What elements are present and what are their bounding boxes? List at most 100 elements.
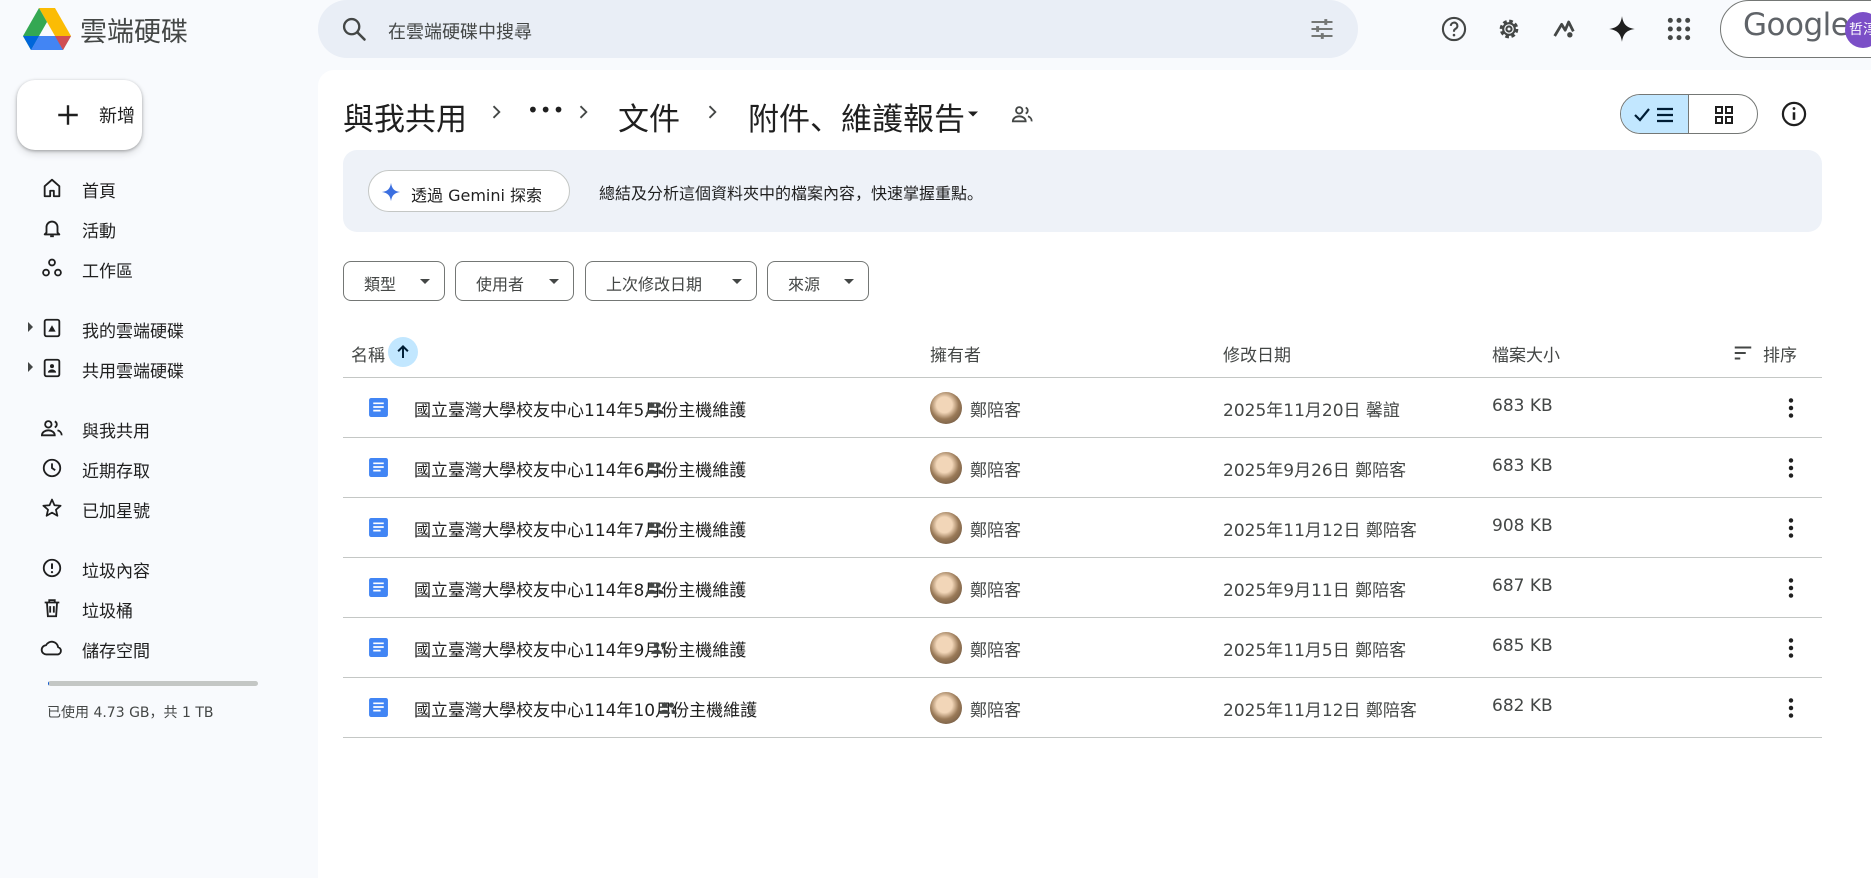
more-actions-icon[interactable] [1777,514,1805,542]
more-actions-icon[interactable] [1777,574,1805,602]
file-name[interactable]: 國立臺灣大學校友中心114年5月份主機維護 [414,396,746,421]
file-name[interactable]: 國立臺灣大學校友中心114年6月份主機維護 [414,456,746,481]
settings-icon[interactable] [1492,12,1526,46]
google-docs-icon [369,698,388,717]
table-header: 名稱 擁有者 修改日期 檔案大小 排序 [343,326,1822,378]
gemini-explore-label: 透過 Gemini 探索 [411,186,543,205]
sidebar-item-starred[interactable]: 已加星號 [30,491,310,525]
sidebar-item-activity[interactable]: 活動 [30,211,310,245]
modified-date: 2025年11月12日 鄭陪客 [1223,701,1417,721]
column-header-modified[interactable]: 修改日期 [1223,341,1291,366]
owner-name: 鄭陪客 [970,521,1021,541]
search-input[interactable]: 在雲端硬碟中搜尋 [388,18,532,44]
more-actions-icon[interactable] [1777,454,1805,482]
breadcrumb-shared-with-me[interactable]: 與我共用 [343,94,467,139]
apps-grid-icon[interactable] [1662,12,1696,46]
filter-type-chip[interactable]: 類型 [343,261,445,301]
app-title[interactable]: 雲端硬碟 [80,10,188,49]
grid-view-button[interactable] [1690,95,1757,133]
owner-avatar [930,512,962,544]
shared-people-icon [646,402,664,414]
storage-progress-fill [48,681,50,686]
search-options-icon[interactable] [1308,15,1336,43]
sidebar-item-label: 儲存空間 [82,642,150,662]
drive-logo-icon[interactable] [23,6,71,50]
table-row[interactable]: 國立臺灣大學校友中心114年8月份主機維護 鄭陪客 2025年9月11日 鄭陪客 68… [343,558,1822,618]
owner-name: 鄭陪客 [970,581,1021,601]
sidebar-item-workspaces[interactable]: 工作區 [30,251,310,285]
breadcrumb-current-folder[interactable]: 附件、維護報告 [748,94,965,139]
sort-ascending-icon[interactable] [388,337,418,367]
shared-people-icon [651,642,669,654]
column-header-name[interactable]: 名稱 [351,341,385,366]
sidebar-item-shared-drives[interactable]: 共用雲端硬碟 [28,351,310,385]
owner-name: 鄭陪客 [970,401,1021,421]
list-view-icon [1634,107,1673,123]
modified-date: 2025年9月26日 鄭陪客 [1223,461,1407,481]
sidebar-item-storage[interactable]: 儲存空間 [30,631,310,665]
caret-down-icon [420,279,430,284]
file-size: 683 KB [1492,456,1553,476]
gemini-explore-button[interactable]: 透過 Gemini 探索 [368,170,570,212]
help-icon[interactable] [1437,12,1471,46]
file-name[interactable]: 國立臺灣大學校友中心114年9月份主機維護 [414,636,746,661]
more-actions-icon[interactable] [1777,634,1805,662]
caret-down-icon[interactable] [963,104,983,124]
breadcrumb-documents[interactable]: 文件 [618,94,680,139]
gemini-icon[interactable] [1605,12,1639,46]
filter-source-chip[interactable]: 來源 [767,261,869,301]
filter-modified-chip[interactable]: 上次修改日期 [585,261,757,301]
google-brand: Google [1743,7,1850,43]
list-view-button[interactable] [1621,95,1689,133]
sidebar-item-home[interactable]: 首頁 [30,171,310,205]
caret-down-icon [732,279,742,284]
more-actions-icon[interactable] [1777,394,1805,422]
table-row[interactable]: 國立臺灣大學校友中心114年5月份主機維護 鄭陪客 2025年11月20日 馨誼 68… [343,378,1822,438]
column-header-size[interactable]: 檔案大小 [1492,341,1560,366]
new-button[interactable]: 新增 [17,80,142,150]
info-icon[interactable] [1780,100,1808,128]
table-row[interactable]: 國立臺灣大學校友中心114年10月份主機維護 鄭陪客 2025年11月12日 鄭陪客… [343,678,1822,738]
expand-caret-icon[interactable] [28,322,33,332]
owner-name: 鄭陪客 [970,641,1021,661]
sidebar-item-spam[interactable]: 垃圾內容 [30,551,310,585]
sidebar-item-my-drive[interactable]: 我的雲端硬碟 [28,311,310,345]
modified-date: 2025年11月5日 鄭陪客 [1223,641,1407,661]
search-icon[interactable] [340,15,368,43]
more-actions-icon[interactable] [1777,694,1805,722]
filter-people-chip[interactable]: 使用者 [455,261,574,301]
shared-drives-icon [38,354,66,382]
gemini-apps-icon[interactable] [1547,12,1581,46]
filter-label: 類型 [364,275,397,294]
sidebar-item-shared-with-me[interactable]: 與我共用 [30,411,310,445]
file-name[interactable]: 國立臺灣大學校友中心114年7月份主機維護 [414,516,746,541]
storage-progress-bar [48,681,258,686]
workspaces-icon [38,254,66,282]
google-docs-icon [369,398,388,417]
table-row[interactable]: 國立臺灣大學校友中心114年7月份主機維護 鄭陪客 2025年11月12日 鄭陪客 9… [343,498,1822,558]
sidebar-item-label: 已加星號 [82,502,150,522]
sidebar-item-recent[interactable]: 近期存取 [30,451,310,485]
gemini-description: 總結及分析這個資料夾中的檔案內容，快速掌握重點。 [599,184,984,203]
folder-sharing-icon[interactable] [1010,103,1034,125]
file-name[interactable]: 國立臺灣大學校友中心114年8月份主機維護 [414,576,746,601]
sidebar-item-label: 首頁 [82,182,116,202]
search-bar[interactable]: 在雲端硬碟中搜尋 [318,0,1358,58]
column-header-owner[interactable]: 擁有者 [930,341,981,366]
file-size: 685 KB [1492,636,1553,656]
breadcrumb-more-button[interactable]: ••• [527,98,565,122]
cloud-icon [38,634,66,662]
sidebar-item-trash[interactable]: 垃圾桶 [30,591,310,625]
sidebar-item-label: 活動 [82,222,116,242]
my-drive-icon [38,314,66,342]
star-icon [38,494,66,522]
account-button[interactable]: Google 哲淳 [1720,0,1871,58]
table-row[interactable]: 國立臺灣大學校友中心114年9月份主機維護 鄭陪客 2025年11月5日 鄭陪客 68… [343,618,1822,678]
chevron-right-icon [708,105,717,119]
expand-caret-icon[interactable] [28,362,33,372]
table-row[interactable]: 國立臺灣大學校友中心114年6月份主機維護 鄭陪客 2025年9月26日 鄭陪客 68… [343,438,1822,498]
view-toggle[interactable] [1620,94,1758,134]
spam-icon [38,554,66,582]
file-name[interactable]: 國立臺灣大學校友中心114年10月份主機維護 [414,696,757,721]
sort-options-button[interactable]: 排序 [1732,339,1802,366]
